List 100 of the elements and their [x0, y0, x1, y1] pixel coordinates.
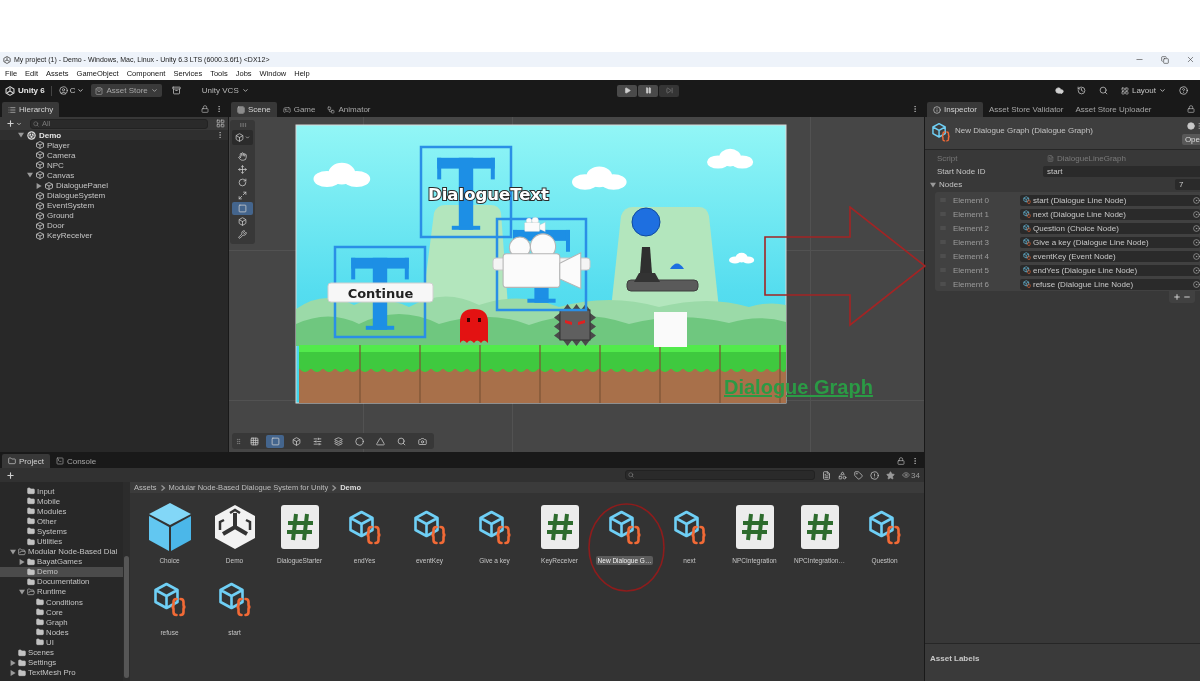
star-icon[interactable] — [886, 470, 896, 480]
lock-icon[interactable] — [201, 105, 209, 113]
spiked-block-enemy — [554, 304, 596, 346]
add-button[interactable] — [6, 470, 15, 480]
caret-down-icon[interactable] — [27, 172, 33, 179]
console-icon — [55, 457, 64, 465]
account-button[interactable]: C — [58, 86, 85, 95]
close-icon[interactable] — [1186, 55, 1195, 64]
more-icon[interactable] — [911, 105, 919, 113]
restore-icon[interactable] — [1161, 55, 1169, 64]
add-button[interactable] — [6, 119, 22, 128]
tab[interactable]: Game — [276, 102, 322, 117]
tab[interactable]: Scene — [231, 102, 277, 117]
scene-filter-icon[interactable] — [216, 119, 225, 128]
help-icon[interactable] — [1179, 86, 1188, 95]
tree-item[interactable]: DialogueSystem — [0, 190, 108, 201]
search-field[interactable] — [625, 470, 816, 480]
asset-store-button[interactable]: Asset Store — [91, 84, 162, 97]
count-field[interactable]: 7 — [1175, 179, 1200, 190]
tool-button[interactable] — [266, 434, 284, 448]
tree-item[interactable]: EventSystem — [0, 200, 97, 211]
tag-icon[interactable] — [854, 470, 864, 480]
open-folder-icon — [18, 547, 26, 556]
caret-right-icon[interactable] — [10, 669, 16, 676]
caret-right-icon[interactable] — [19, 558, 25, 565]
tab[interactable]: Animator — [321, 102, 377, 117]
tab[interactable]: Hierarchy — [2, 102, 60, 117]
plus-icon[interactable] — [1173, 293, 1181, 301]
cloud — [729, 252, 755, 264]
view-tool-button[interactable] — [232, 130, 253, 145]
flow-icon — [327, 105, 336, 114]
tree-item[interactable]: Camera — [0, 150, 78, 161]
unity-account-button[interactable]: Unity 6 — [5, 85, 45, 96]
visibility-count-button[interactable]: 34 — [902, 470, 920, 480]
help-icon[interactable] — [1187, 122, 1195, 130]
tree-item[interactable]: NPC — [0, 160, 66, 171]
script-file-icon — [734, 504, 775, 550]
minus-icon[interactable] — [1183, 293, 1191, 301]
info-icon — [933, 105, 941, 114]
shapes-icon[interactable] — [838, 470, 848, 480]
caret-down-icon[interactable] — [930, 181, 936, 188]
circle-icon — [354, 436, 364, 446]
scrollbar-thumb[interactable] — [124, 556, 129, 678]
object-field[interactable]: next (Dialogue Line Node) — [1020, 208, 1200, 220]
caret-icon — [77, 87, 85, 94]
object-field[interactable]: endYes (Dialogue Line Node) — [1020, 264, 1200, 276]
caret-down-icon[interactable] — [19, 589, 25, 595]
caret-down-icon[interactable] — [10, 548, 16, 555]
object-field[interactable]: Give a key (Dialogue Line Node) — [1020, 236, 1200, 248]
object-field[interactable]: refuse (Dialogue Line Node) — [1020, 278, 1200, 290]
archive-icon[interactable] — [171, 86, 181, 95]
open-button[interactable]: Ope — [1181, 134, 1200, 145]
object-field[interactable]: eventKey (Event Node) — [1020, 250, 1200, 262]
alert-icon[interactable] — [870, 470, 880, 480]
triangle-icon — [375, 436, 385, 446]
caret-down-icon[interactable] — [18, 132, 24, 139]
square-icon — [238, 204, 247, 213]
grip-icon — [235, 437, 242, 445]
tree-item[interactable]: Ground — [0, 210, 76, 221]
pause-button[interactable] — [638, 84, 658, 97]
value-field[interactable]: start — [1043, 166, 1200, 177]
more-icon[interactable] — [215, 105, 223, 113]
version-control-button[interactable]: Unity VCS — [201, 86, 249, 95]
tab[interactable]: Project — [2, 454, 50, 468]
object-field[interactable]: start (Dialogue Line Node) — [1020, 194, 1200, 206]
scriptable-asset-icon — [606, 509, 643, 545]
layout-button[interactable]: Layout — [1120, 86, 1166, 95]
object-field[interactable]: Question (Choice Node) — [1020, 222, 1200, 234]
cloud — [313, 162, 371, 188]
more-icon[interactable] — [911, 456, 919, 465]
sliders-icon — [312, 436, 322, 446]
caret-right-icon[interactable] — [36, 182, 42, 189]
camera-icon — [524, 217, 546, 232]
cloud-icon[interactable] — [1054, 86, 1064, 95]
script-file-icon — [539, 504, 580, 550]
tree-item[interactable]: DialoguePanel — [0, 180, 111, 191]
play-button[interactable] — [617, 84, 637, 97]
script-file-icon — [279, 504, 320, 550]
history-icon[interactable] — [1076, 86, 1086, 95]
tree-item[interactable]: Door — [0, 220, 67, 231]
tree-item[interactable]: Canvas — [0, 170, 77, 181]
field-label: Start Node ID — [937, 167, 987, 176]
tab[interactable]: Asset Store Uploader — [1069, 102, 1158, 117]
tab[interactable]: Asset Store Validator — [982, 102, 1070, 117]
caret-right-icon[interactable] — [10, 659, 16, 666]
document-icon[interactable] — [822, 470, 832, 480]
tab[interactable]: Inspector — [927, 102, 983, 117]
chevron-icon — [159, 484, 166, 491]
tree-item[interactable]: Player — [0, 140, 72, 151]
field-label: Nodes — [939, 180, 963, 189]
more-icon[interactable] — [216, 131, 224, 140]
wrench-icon — [238, 230, 247, 239]
tab[interactable]: Console — [49, 454, 103, 468]
script-file-icon — [799, 504, 840, 550]
lock-icon[interactable] — [1187, 105, 1195, 113]
tree-item[interactable]: KeyReceiver — [0, 230, 95, 242]
search-icon[interactable] — [1098, 86, 1108, 95]
scriptable-asset-icon — [1023, 238, 1031, 246]
scriptable-asset-icon — [866, 509, 903, 545]
lock-icon[interactable] — [897, 456, 905, 465]
